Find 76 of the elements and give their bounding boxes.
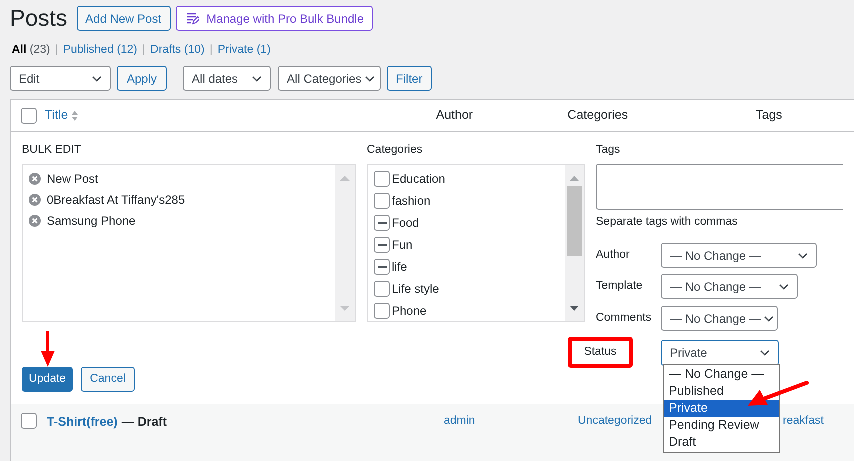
checkbox[interactable] [21, 413, 37, 429]
post-title: 0Breakfast At Tiffany's285 [47, 192, 186, 208]
chevron-down-icon [779, 284, 789, 290]
view-separator: | [55, 43, 58, 58]
field-label: Comments [596, 310, 653, 326]
apply-button[interactable]: Apply [117, 66, 168, 91]
tags-hint: Separate tags with commas [596, 215, 739, 230]
remove-circle-icon [29, 172, 41, 184]
category-filter-select[interactable]: All Categories [278, 66, 382, 91]
checkbox[interactable] [374, 193, 390, 209]
section-label: Categories [367, 143, 424, 158]
tags-textarea[interactable] [596, 164, 843, 210]
column-header: Categories [568, 107, 630, 124]
dropdown-option[interactable]: Private [664, 400, 779, 417]
section-heading: BULK EDIT [22, 143, 82, 158]
view-filter-link[interactable]: Published (12) [63, 42, 138, 60]
dropdown-option[interactable]: — No Change — [664, 366, 779, 383]
field-select[interactable]: — No Change — [661, 306, 778, 331]
page-title: Posts [10, 7, 68, 30]
remove-circle-icon [29, 214, 41, 226]
column-header: Tags [756, 107, 784, 124]
chevron-down-icon [252, 76, 262, 82]
view-separator: | [142, 43, 146, 58]
checkbox[interactable] [374, 215, 390, 231]
checkbox[interactable] [374, 303, 390, 319]
tag-link[interactable]: reakfast [783, 413, 824, 430]
field-select[interactable]: — No Change — [661, 243, 817, 268]
checkbox[interactable] [374, 259, 390, 275]
dropdown-option[interactable]: Published [664, 383, 779, 400]
category-label: Phone [392, 303, 427, 320]
chevron-down-icon [764, 316, 774, 322]
post-title-link[interactable]: T-Shirt(free) [47, 415, 118, 429]
title-column-sort-link[interactable]: Title [45, 106, 436, 125]
cancel-button[interactable]: Cancel [81, 367, 135, 392]
filter-button[interactable]: Filter [387, 66, 432, 91]
bulk-action-select[interactable]: Edit [10, 66, 111, 91]
author-link[interactable]: admin [444, 413, 578, 430]
category-label: life [392, 259, 408, 276]
checkbox[interactable] [374, 237, 390, 253]
chevron-down-icon [798, 252, 808, 258]
sort-arrows-icon [71, 110, 80, 122]
dropdown-option[interactable]: Pending Review [664, 417, 779, 434]
post-state: — Draft [122, 415, 167, 429]
chevron-down-icon [364, 76, 375, 82]
checkbox[interactable] [21, 108, 37, 124]
field-select[interactable]: — No Change — [661, 274, 798, 299]
category-label: Life style [392, 281, 440, 298]
category-label: Fun [392, 237, 413, 254]
category-label: Food [392, 215, 420, 232]
post-title: New Post [47, 170, 98, 188]
section-label: Tags [596, 143, 622, 158]
checkbox[interactable] [374, 281, 390, 297]
remove-circle-icon [29, 194, 41, 206]
chevron-down-icon [92, 76, 102, 82]
post-title: Samsung Phone [47, 212, 136, 230]
field-label: Template [596, 278, 644, 294]
category-label: fashion [392, 193, 431, 210]
checkbox[interactable] [374, 171, 390, 187]
annotation-arrow-icon [748, 380, 810, 408]
view-filter-link[interactable]: All (23) [12, 42, 50, 60]
dropdown-option[interactable]: Draft [664, 434, 779, 451]
date-filter-select[interactable]: All dates [183, 66, 272, 91]
list-edit-icon [184, 12, 199, 26]
view-separator: | [210, 43, 213, 58]
column-header: Author [436, 107, 474, 124]
annotation-arrow-icon [41, 331, 55, 367]
view-filter-link[interactable]: Drafts (10) [150, 42, 205, 60]
add-new-post-button[interactable]: Add New Post [76, 6, 171, 31]
field-label: Author [596, 248, 631, 263]
field-label: Status [584, 344, 617, 360]
category-label: Education [392, 171, 446, 188]
update-button[interactable]: Update [22, 367, 74, 392]
field-select[interactable]: Private [661, 340, 779, 366]
view-filter-link[interactable]: Private (1) [218, 42, 271, 60]
chevron-down-icon [760, 350, 770, 356]
manage-bundle-button[interactable]: Manage with Pro Bulk Bundle [176, 6, 374, 31]
